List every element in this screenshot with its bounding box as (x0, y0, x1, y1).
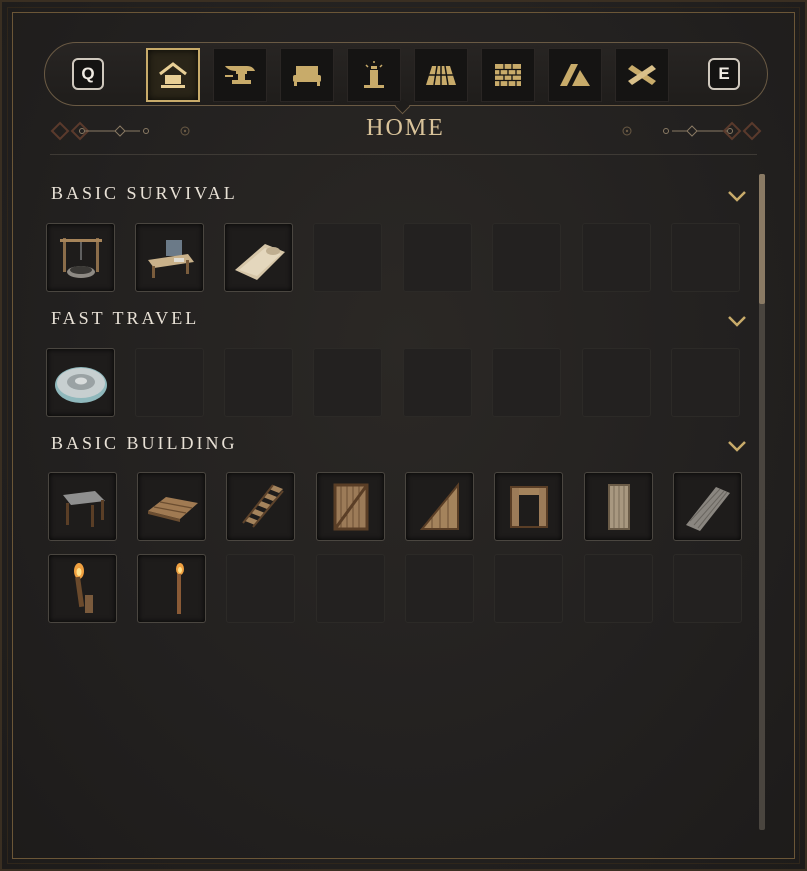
next-category-key-e[interactable]: E (708, 58, 740, 90)
wood-floor-icon (148, 497, 198, 522)
triangle-wall-icon (419, 482, 459, 530)
empty-slot (673, 554, 742, 623)
section-title-basic-survival: BASIC SURVIVAL (51, 183, 238, 203)
build-item-table[interactable] (48, 472, 117, 541)
empty-slot (582, 223, 651, 292)
build-item-bedroll[interactable] (224, 223, 293, 292)
empty-slot (671, 348, 740, 417)
build-item-door[interactable] (584, 472, 653, 541)
standing-torch-icon (176, 563, 184, 614)
table-icon (63, 491, 105, 527)
prev-category-key-q[interactable]: Q (72, 58, 104, 90)
empty-slot (671, 223, 740, 292)
build-item-triangle-wall[interactable] (405, 472, 474, 541)
build-item-workbench[interactable] (135, 223, 204, 292)
empty-slot (403, 223, 472, 292)
tab-home[interactable] (146, 48, 200, 102)
home-icon (159, 62, 187, 88)
door-icon (608, 484, 630, 530)
build-item-ramp[interactable] (673, 472, 742, 541)
stairs-icon (242, 484, 284, 528)
empty-slot (226, 554, 295, 623)
tab-misc[interactable] (615, 48, 669, 102)
workbench-icon (148, 240, 194, 278)
tab-roofs[interactable] (548, 48, 602, 102)
empty-slot (494, 554, 563, 623)
doorway-icon (510, 486, 548, 528)
empty-slot (313, 223, 382, 292)
bed-icon (293, 66, 321, 86)
category-toolbar: Q E (44, 42, 768, 106)
empty-slot (405, 554, 474, 623)
section-title-fast-travel: FAST TRAVEL (51, 308, 200, 328)
empty-slot (316, 554, 385, 623)
build-item-waystone[interactable] (46, 348, 115, 417)
build-item-well[interactable] (46, 223, 115, 292)
tab-walls[interactable] (481, 48, 535, 102)
tab-lighting[interactable] (347, 48, 401, 102)
chevron-down-icon[interactable] (726, 189, 748, 203)
section-title-basic-building: BASIC BUILDING (51, 433, 238, 453)
tab-crafting-stations[interactable] (213, 48, 267, 102)
empty-slot (584, 554, 653, 623)
chevron-down-icon[interactable] (726, 314, 748, 328)
brick-wall-icon (495, 64, 521, 86)
bedroll-icon (235, 244, 285, 280)
title-ornament-right (622, 121, 762, 141)
waystone-icon (55, 367, 107, 403)
build-item-standing-torch[interactable] (137, 554, 206, 623)
roof-icon (560, 64, 590, 86)
ramp-icon (686, 487, 730, 531)
build-item-stairs[interactable] (226, 472, 295, 541)
wall-torch-icon (74, 563, 93, 613)
wall-frame-icon (333, 483, 369, 531)
scrollbar-thumb[interactable] (759, 174, 765, 304)
build-menu-frame: Q E HOME BASIC SURVIVAL FAST TRAVEL BASI… (0, 0, 807, 871)
empty-slot (135, 348, 204, 417)
empty-slot (313, 348, 382, 417)
build-item-wall-frame[interactable] (316, 472, 385, 541)
anvil-icon (225, 66, 255, 84)
floor-tiles-icon (426, 65, 456, 86)
well-icon (60, 238, 102, 278)
chevron-down-icon[interactable] (726, 439, 748, 453)
empty-slot (492, 348, 561, 417)
tab-floors[interactable] (414, 48, 468, 102)
tab-furniture[interactable] (280, 48, 334, 102)
crossed-planks-icon (628, 65, 656, 85)
title-divider (50, 154, 757, 155)
build-item-wall-torch[interactable] (48, 554, 117, 623)
build-item-doorway[interactable] (494, 472, 563, 541)
empty-slot (492, 223, 561, 292)
empty-slot (582, 348, 651, 417)
build-item-wood-floor[interactable] (137, 472, 206, 541)
empty-slot (224, 348, 293, 417)
empty-slot (403, 348, 472, 417)
lighthouse-icon (364, 61, 384, 88)
